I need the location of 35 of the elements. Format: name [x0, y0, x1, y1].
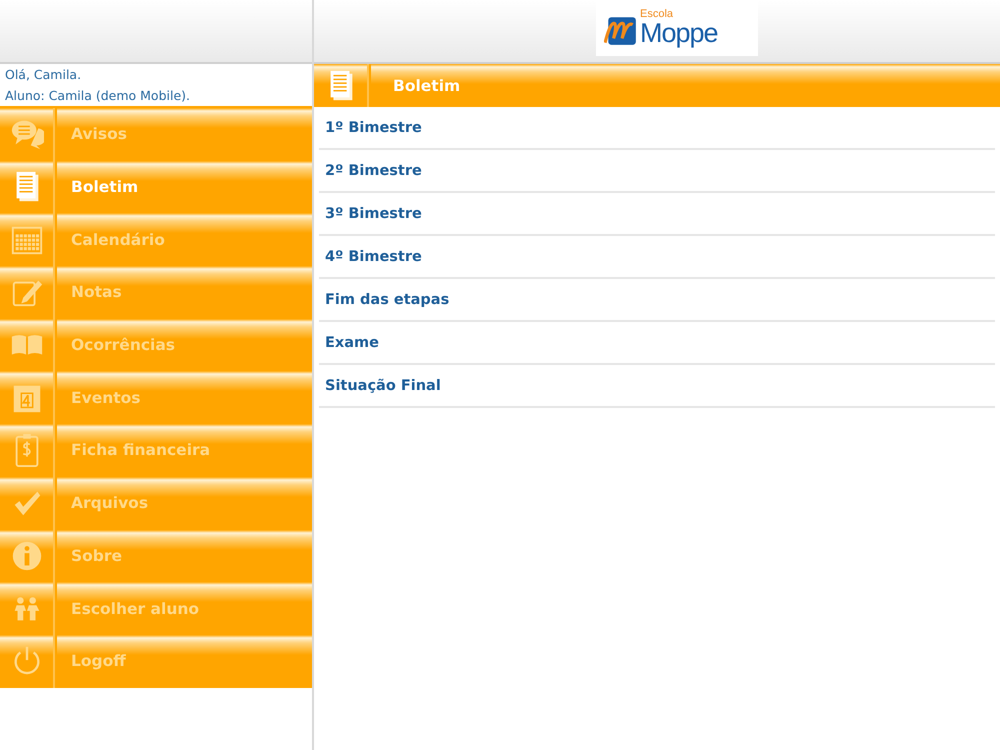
menu-item[interactable]: Boletim	[0, 160, 312, 214]
logo-text: Moppe	[640, 20, 718, 47]
menu-label: Calendário	[71, 230, 165, 249]
greeting-text: Olá, Camila.	[5, 67, 82, 82]
logo-icon	[604, 15, 638, 47]
logo-small-text: Escola	[640, 9, 674, 20]
menu-item[interactable]: Ficha financeira	[0, 424, 312, 477]
list-item[interactable]: 2º Bimestre	[319, 150, 995, 193]
menu-label: Notas	[71, 283, 122, 302]
list-item[interactable]: Fim das etapas	[319, 279, 995, 322]
menu-label: Arquivos	[71, 494, 148, 512]
list-item[interactable]: 4º Bimestre	[319, 236, 995, 279]
menu-item[interactable]: Arquivos	[0, 476, 312, 530]
menu-item[interactable]: Avisos	[0, 108, 312, 161]
menu-label: Boletim	[71, 178, 138, 196]
menu-label: Sobre	[71, 546, 122, 565]
list-item[interactable]: 3º Bimestre	[319, 193, 995, 236]
menu-item[interactable]: Escolher aluno	[0, 582, 312, 635]
menu-item[interactable]: Sobre	[0, 530, 312, 582]
menu-label: Escolher aluno	[71, 600, 200, 618]
menu-label: Logoff	[71, 652, 126, 670]
menu-item[interactable]: Ocorrências	[0, 318, 312, 372]
list-item[interactable]: 1º Bimestre	[319, 107, 995, 150]
menu-item[interactable]: Logoff	[0, 634, 312, 688]
menu-item[interactable]: Notas	[0, 266, 312, 319]
list-item[interactable]: Situação Final	[319, 365, 995, 408]
menu-label: Avisos	[71, 125, 127, 144]
menu-label: Eventos	[71, 388, 141, 407]
menu-item[interactable]: Calendário	[0, 213, 312, 266]
menu-label: Ocorrências	[71, 336, 176, 354]
student-text: Aluno: Camila (demo Mobile).	[5, 88, 191, 103]
menu-label: Ficha financeira	[71, 441, 210, 460]
menu-item[interactable]: Eventos	[0, 371, 312, 424]
list-item[interactable]: Exame	[319, 322, 995, 365]
panel-title: Boletim	[393, 76, 460, 94]
